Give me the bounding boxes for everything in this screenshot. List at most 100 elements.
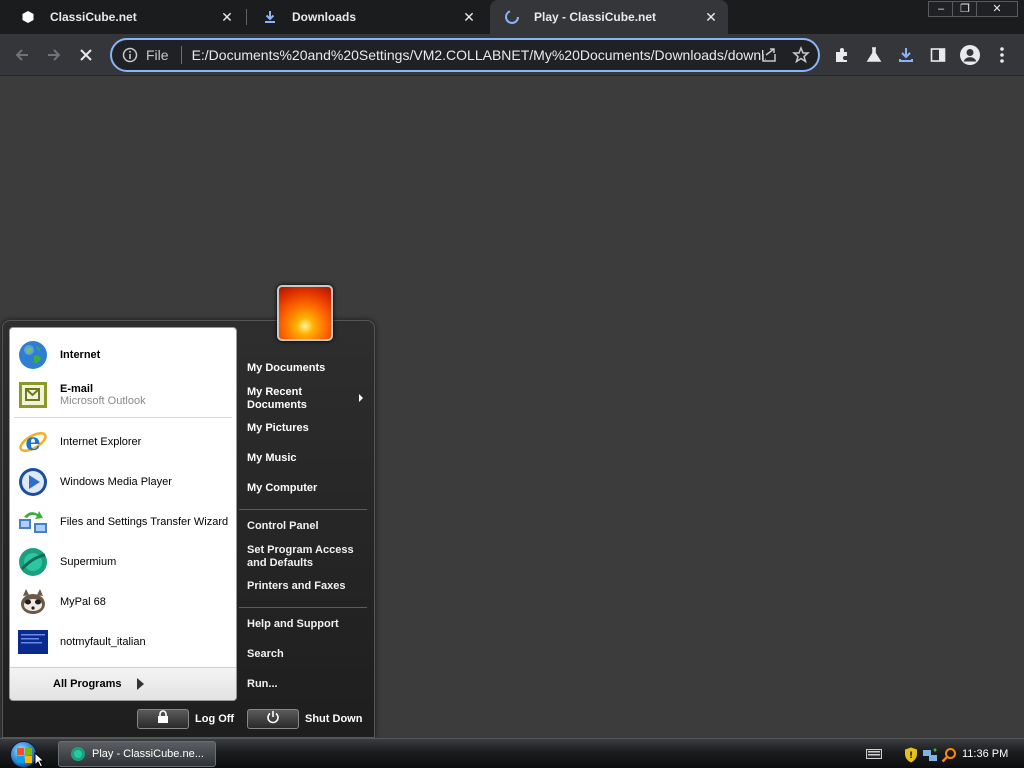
mypal-icon (17, 586, 49, 618)
lock-icon (156, 709, 170, 729)
windows-logo-icon (17, 748, 24, 755)
programs-pane: Internet E-mail Microsoft Outlook e Inte… (9, 327, 237, 701)
place-my-documents[interactable]: My Documents (247, 362, 367, 375)
omnibox-actions (760, 45, 810, 69)
program-subtitle: Microsoft Outlook (60, 395, 146, 407)
close-tab-icon[interactable]: ✕ (704, 10, 718, 24)
program-name: Files and Settings Transfer Wizard (60, 516, 229, 528)
start-item-email[interactable]: E-mail Microsoft Outlook (10, 377, 236, 413)
all-programs-button[interactable]: All Programs (10, 667, 236, 700)
browser-toolbar: File E:/Documents%20and%20Settings/VM2.C… (0, 34, 1024, 76)
program-name: notmyfault_italian (60, 636, 146, 648)
close-tab-icon[interactable]: ✕ (462, 10, 476, 24)
tab-play-classicube[interactable]: Play - ClassiCube.net ✕ (490, 0, 728, 34)
place-run[interactable]: Run... (247, 678, 367, 691)
start-item-internet-explorer[interactable]: e Internet Explorer (10, 424, 236, 460)
download-icon (262, 9, 278, 25)
start-button[interactable] (10, 741, 37, 768)
tab-classicube[interactable]: ClassiCube.net ✕ (6, 0, 244, 34)
start-item-windows-media-player[interactable]: Windows Media Player (10, 464, 236, 500)
tab-divider (246, 9, 247, 25)
back-icon[interactable] (10, 43, 34, 67)
start-item-internet[interactable]: Internet (10, 337, 236, 373)
taskbar-item-play-classicube[interactable]: Play - ClassiCube.ne... (58, 741, 216, 767)
info-icon[interactable] (120, 47, 140, 63)
svg-text:!: ! (909, 751, 913, 761)
start-item-transfer-wizard[interactable]: Files and Settings Transfer Wizard (10, 504, 236, 540)
user-account-picture[interactable] (277, 285, 333, 341)
place-search[interactable]: Search (247, 648, 367, 661)
close-tab-icon[interactable]: ✕ (220, 10, 234, 24)
labs-flask-icon[interactable] (862, 43, 886, 67)
tab-title: Play - ClassiCube.net (534, 10, 657, 24)
security-shield-icon[interactable]: ! (904, 747, 920, 763)
address-bar[interactable]: File E:/Documents%20and%20Settings/VM2.C… (110, 38, 820, 72)
program-name: MyPal 68 (60, 596, 106, 608)
bookmark-star-icon[interactable] (792, 45, 810, 69)
taskbar-item-label: Play - ClassiCube.ne... (92, 748, 204, 760)
place-my-computer[interactable]: My Computer (247, 482, 367, 495)
start-item-supermium[interactable]: Supermium (10, 544, 236, 580)
place-my-music[interactable]: My Music (247, 452, 367, 465)
menu-kebab-icon[interactable] (990, 43, 1014, 67)
search-magnifier-icon[interactable] (941, 747, 957, 763)
globe-icon (17, 339, 49, 371)
pinned-separator (14, 417, 232, 418)
log-off-label[interactable]: Log Off (195, 713, 234, 725)
start-menu: Internet E-mail Microsoft Outlook e Inte… (2, 320, 375, 738)
email-icon (17, 379, 49, 411)
clock[interactable]: 11:36 PM (962, 748, 1008, 760)
program-name: E-mail (60, 383, 94, 395)
start-item-notmyfault[interactable]: notmyfault_italian (10, 624, 236, 660)
side-panel-icon[interactable] (926, 43, 950, 67)
transfer-wizard-icon (17, 506, 49, 538)
place-control-panel[interactable]: Control Panel (247, 520, 367, 533)
supermium-icon (17, 546, 49, 578)
all-programs-label: All Programs (53, 678, 122, 690)
arrow-right-icon (137, 678, 145, 690)
minimize-button[interactable]: – (928, 1, 954, 17)
scheme-label: File (146, 47, 169, 63)
shut-down-label[interactable]: Shut Down (305, 713, 362, 725)
restore-button[interactable]: ❐ (952, 1, 978, 17)
loading-icon (504, 9, 520, 25)
hexagon-icon (20, 9, 36, 25)
share-icon[interactable] (760, 46, 778, 69)
start-item-mypal[interactable]: MyPal 68 (10, 584, 236, 620)
stop-loading-icon[interactable] (74, 43, 98, 67)
tab-title: Downloads (292, 10, 357, 24)
submenu-arrow-icon (359, 394, 363, 402)
network-icon[interactable] (922, 747, 938, 761)
media-player-icon (17, 466, 49, 498)
power-icon (266, 710, 280, 729)
place-program-access[interactable]: Set Program Access and Defaults (247, 544, 362, 570)
shut-down-button[interactable] (247, 709, 299, 729)
taskbar: Play - ClassiCube.ne... ! 11:36 PM (0, 738, 1024, 768)
place-printers-faxes[interactable]: Printers and Faxes (247, 580, 367, 593)
close-window-button[interactable]: ✕ (976, 1, 1018, 17)
tab-title: ClassiCube.net (50, 10, 137, 24)
place-my-pictures[interactable]: My Pictures (247, 422, 367, 435)
profile-avatar-icon[interactable] (958, 43, 982, 67)
svg-text:e: e (25, 427, 40, 456)
tab-strip: ClassiCube.net ✕ Downloads ✕ Play - Clas… (0, 0, 1024, 34)
place-my-recent-documents[interactable]: My Recent Documents (247, 386, 355, 412)
program-name: Internet Explorer (60, 436, 142, 448)
download-icon[interactable] (894, 43, 918, 67)
program-name: Windows Media Player (60, 476, 172, 488)
url-text[interactable]: E:/Documents%20and%20Settings/VM2.COLLAB… (192, 47, 766, 63)
tab-downloads[interactable]: Downloads ✕ (248, 0, 486, 34)
omnibox-divider (180, 46, 182, 64)
mouse-pointer-icon (34, 752, 46, 768)
program-name: Internet (60, 349, 101, 361)
forward-icon[interactable] (42, 43, 66, 67)
settings-separator (239, 607, 367, 608)
keyboard-icon[interactable] (866, 747, 882, 761)
places-separator (239, 509, 367, 510)
program-name: Supermium (60, 556, 117, 568)
log-off-button[interactable] (137, 709, 189, 729)
extensions-icon[interactable] (830, 43, 854, 67)
notmyfault-icon (17, 626, 49, 658)
internet-explorer-icon: e (17, 426, 49, 458)
place-help-support[interactable]: Help and Support (247, 618, 367, 631)
